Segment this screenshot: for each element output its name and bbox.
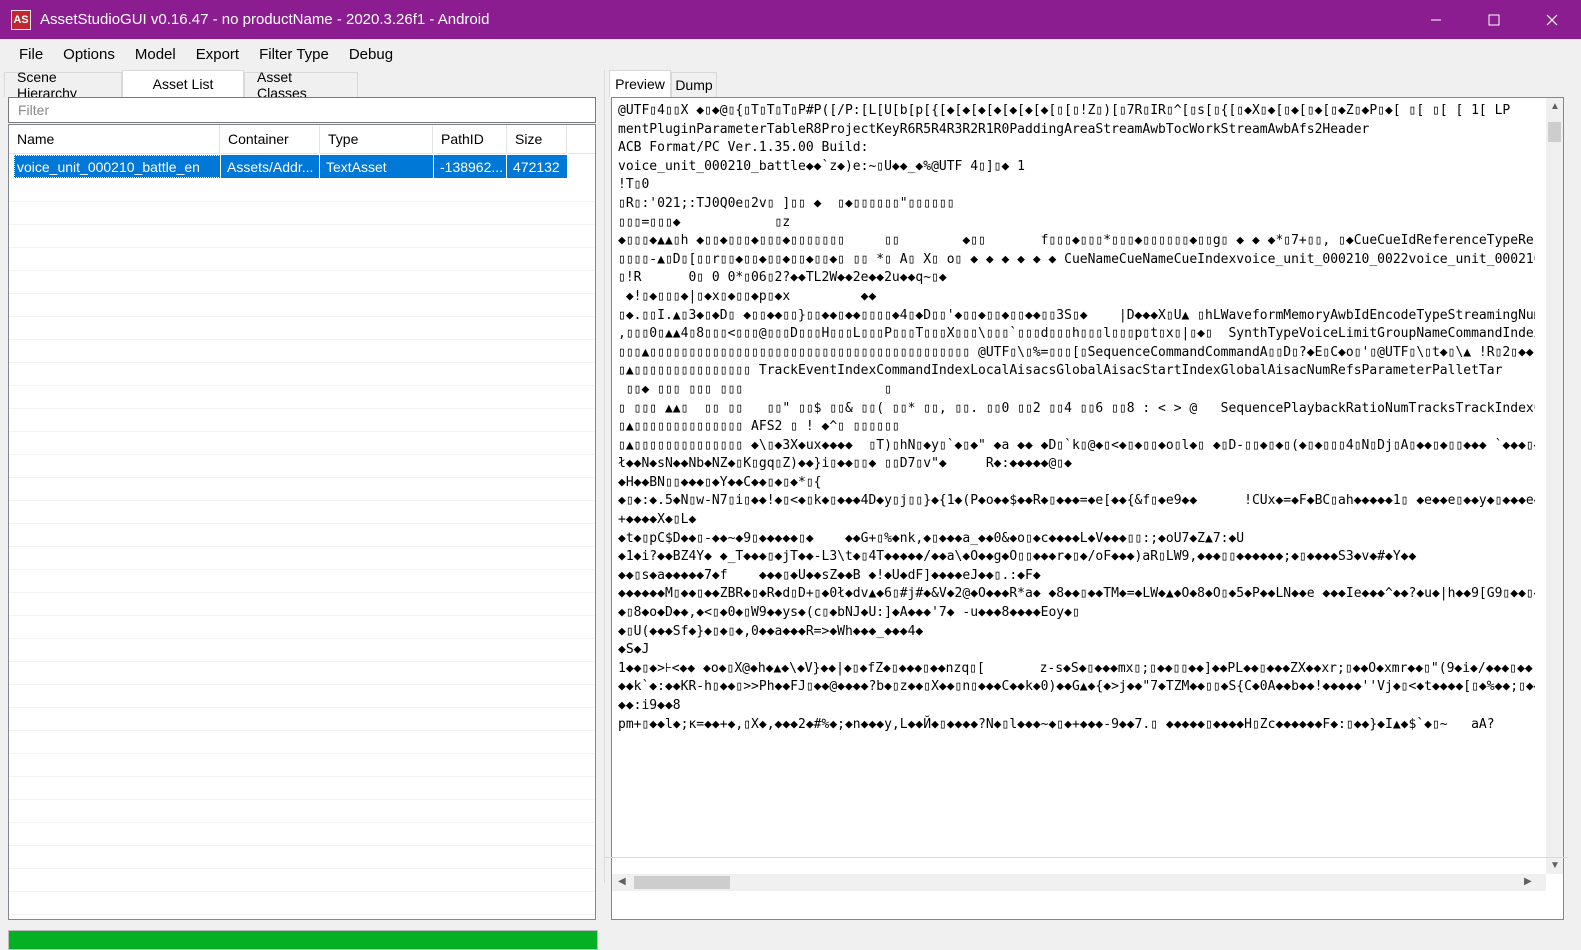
preview-line: ▯!R 0▯ 0 0*▯06▯2?◆◆TL2W◆◆2e◆◆2u◆◆q~▯◆ (618, 270, 947, 286)
tab-asset-classes[interactable]: Asset Classes (244, 69, 358, 101)
preview-line: ◆▯▯▯◆▲▲▯h ◆▯▯◆▯▯▯◆▯▯▯◆▯▯▯▯▯▯▯ ▯▯ ◆▯▯ f▯▯… (618, 233, 1535, 249)
preview-line: ◆◆k`◆:◆◆KR-h▯◆◆▯>>Ph◆◆FJ▯◆◆@◆◆◆◆?b◆▯z◆◆▯… (618, 679, 1535, 695)
progress-fill (9, 931, 597, 949)
column-header-name[interactable]: Name (9, 125, 220, 153)
preview-text: @UTF▯4▯▯X ◆▯◆@▯{▯T▯T▯T▯P#P([/P:[L[U[b[p[… (618, 102, 1535, 874)
preview-line: ◆◆▯s◆a◆◆◆◆◆7◆f ◆◆◆▯◆U◆◆sZ◆◆B ◆!◆U◆dF]◆◆◆… (618, 567, 1041, 583)
cell-pathid: -138962... (434, 155, 507, 178)
menu-file[interactable]: File (9, 46, 53, 63)
vertical-scrollbar[interactable]: ▲ ▼ (1546, 98, 1563, 874)
list-header: Name Container Type PathID Size (9, 125, 595, 154)
table-row[interactable]: voice_unit_000210_battle_en Assets/Addr.… (9, 155, 595, 178)
preview-line: ◆1◆i?◆◆BZ4Y◆ ◆_T◆◆◆▯◆jT◆◆-L3\t◆▯4T◆◆◆◆◆/… (618, 549, 1417, 565)
preview-line: ◆▯U(◆◆◆Sf◆}◆▯◆▯◆,0◆◆a◆◆◆R=>◆Wh◆◆◆_◆◆◆4◆ (618, 623, 924, 639)
column-header-pathid[interactable]: PathID (433, 125, 507, 153)
progress-bar (8, 930, 598, 950)
preview-line: +◆◆◆◆X◆▯L◆ (618, 512, 697, 528)
tab-dump[interactable]: Dump (671, 72, 717, 97)
menu-options[interactable]: Options (53, 46, 125, 63)
tab-asset-list[interactable]: Asset List (122, 70, 244, 97)
preview-line: pm+▯◆◆l◆;κ=◆◆+◆,▯X◆,◆◆◆2◆#%◆;◆n◆◆◆y,L◆◆Й… (618, 716, 1495, 732)
preview-line: ▯▲▯▯▯▯▯▯▯▯▯▯▯▯▯▯ ◆\▯◆3X◆ux◆◆◆◆ ▯T)▯hN▯◆y… (618, 437, 1535, 453)
menu-bar: File Options Model Export Filter Type De… (0, 39, 1581, 69)
preview-line: ◆◆:i9◆◆8 (618, 698, 681, 713)
list-gridlines (9, 179, 595, 919)
asset-list[interactable]: Name Container Type PathID Size voice_un… (8, 124, 596, 920)
title-bar: AS AssetStudioGUI v0.16.47 - no productN… (0, 0, 1581, 39)
preview-line: ▯ ▯▯▯ ▲▲▯ ▯▯ ▯▯ ▯▯" ▯▯$ ▯▯& ▯▯( ▯▯* ▯▯, … (618, 400, 1535, 416)
column-header-size[interactable]: Size (507, 125, 567, 153)
left-tabs: Scene Hierarchy Asset List Asset Classes (4, 69, 358, 101)
preview-line: ◆▯◆:◆.5◆N▯w-N7▯i▯◆◆!◆▯<◆▯k◆▯◆◆◆4D◆y▯j▯▯}… (618, 493, 1535, 509)
window-title: AssetStudioGUI v0.16.47 - no productName… (40, 11, 490, 28)
preview-line: ◆S◆J (618, 642, 650, 658)
maximize-icon (1488, 14, 1500, 25)
close-icon (1546, 14, 1558, 25)
preview-line: ▯▲▯▯▯▯▯▯▯▯▯▯▯▯▯▯ AFS2 ▯ ! ◆^▯ ▯▯▯▯▯▯ (618, 419, 900, 435)
minimize-button[interactable] (1407, 0, 1465, 39)
column-header-container[interactable]: Container (220, 125, 320, 153)
right-tabs: Preview Dump (609, 70, 717, 97)
close-button[interactable] (1523, 0, 1581, 39)
preview-line: mentPluginParameterTableR8ProjectKeyR6R5… (618, 121, 1370, 137)
preview-line: ◆◆◆◆◆◆M▯◆◆▯◆◆ZBR◆▯◆R◆d▯D+▯◆0ł◆dv▲◆6▯#j#◆… (618, 586, 1535, 602)
preview-line: ▯R▯:'021;:TJ0Q0e▯2v▯ ]▯▯ ◆ ▯◆▯▯▯▯▯▯"▯▯▯▯… (618, 195, 955, 211)
preview-line: ▯▯▯▲▯▯▯▯▯▯▯▯▯▯▯▯▯▯▯▯▯▯▯▯▯▯▯▯▯▯▯▯▯▯▯▯▯▯▯▯… (618, 344, 1535, 360)
cell-name: voice_unit_000210_battle_en (14, 155, 221, 178)
preview-line: 1◆◆▯◆>⊦<◆◆ ◆o◆▯X@◆h◆▲◆\◆V}◆◆|◆▯◆fZ◆▯◆◆◆▯… (618, 660, 1535, 676)
preview-line: ł◆◆N◆sN◆◆Nb◆NZ◆▯K▯gq▯Z)◆◆}i▯◆◆▯▯◆ ▯▯D7▯v… (618, 456, 1072, 472)
scroll-up-icon[interactable]: ▲ (1550, 101, 1560, 112)
column-header-type[interactable]: Type (320, 125, 433, 153)
vertical-scroll-thumb[interactable] (1548, 122, 1561, 142)
tab-scene-hierarchy[interactable]: Scene Hierarchy (4, 69, 122, 101)
app-icon: AS (11, 9, 31, 30)
maximize-button[interactable] (1465, 0, 1523, 39)
preview-line: ACB Format/PC Ver.1.35.00 Build: (618, 140, 869, 156)
preview-line: !T▯0 (618, 177, 650, 193)
filter-input[interactable]: Filter (8, 97, 596, 123)
status-bar (604, 857, 1568, 883)
cell-type: TextAsset (320, 155, 434, 178)
menu-filter-type[interactable]: Filter Type (249, 46, 339, 63)
preview-line: voice_unit_000210_battle◆◆`z◆)e:~▯U◆◆_◆%… (618, 158, 1025, 174)
preview-line: ▯▯▯=▯▯▯◆ ▯z (618, 214, 791, 230)
preview-line: ,▯▯▯0▯▲▲4▯8▯▯▯<▯▯▯@▯▯▯D▯▯▯H▯▯▯L▯▯▯P▯▯▯T▯… (618, 326, 1535, 342)
preview-line: ▯▯▯▯-▲▯D▯[▯▯r▯▯◆▯▯◆▯▯◆▯▯◆▯▯◆▯ ▯▯ *▯ A▯ X… (618, 251, 1535, 267)
menu-model[interactable]: Model (125, 46, 186, 63)
right-panel: Preview Dump @UTF▯4▯▯X ◆▯◆@▯{▯T▯T▯T▯P#P(… (604, 70, 1568, 920)
cell-container: Assets/Addr... (221, 155, 320, 178)
preview-line: ▯▲▯▯▯▯▯▯▯▯▯▯▯▯▯▯▯ TrackEventIndexCommand… (618, 363, 1503, 379)
preview-line: ◆▯8◆o◆D◆◆,◆<▯◆0◆▯W9◆◆ys◆(c▯◆bNJ◆U:]◆A◆◆◆… (618, 605, 1080, 621)
preview-textbox[interactable]: @UTF▯4▯▯X ◆▯◆@▯{▯T▯T▯T▯P#P([/P:[L[U[b[p[… (611, 97, 1564, 920)
preview-line: @UTF▯4▯▯X ◆▯◆@▯{▯T▯T▯T▯P#P([/P:[L[U[b[p[… (618, 103, 1511, 118)
minimize-icon (1431, 19, 1441, 20)
left-panel: Scene Hierarchy Asset List Asset Classes… (4, 69, 598, 950)
preview-line: ◆!▯◆▯▯▯◆|▯◆x▯◆▯▯◆p▯◆x ◆◆ (618, 288, 877, 304)
window-controls (1407, 0, 1581, 39)
cell-size: 472132 (507, 155, 568, 178)
preview-line: ▯▯◆ ▯▯▯ ▯▯▯ ▯▯▯ ▯ (618, 381, 892, 397)
menu-export[interactable]: Export (186, 46, 249, 63)
tab-preview[interactable]: Preview (609, 70, 671, 97)
preview-line: ◆H◆◆BN▯▯◆◆◆▯◆Y◆◆C◆◆▯◆▯◆*▯{ (618, 474, 822, 490)
menu-debug[interactable]: Debug (339, 46, 403, 63)
preview-line: ▯◆.▯▯I.▲▯3◆▯◆D▯ ◆▯▯◆◆▯▯}▯▯◆◆▯◆◆▯▯▯▯◆4▯◆D… (618, 307, 1535, 323)
preview-line: ◆t◆▯pC$D◆◆▯-◆◆~◆9▯◆◆◆◆◆▯◆ ◆◆G+▯%◆nk,◆▯◆◆… (618, 530, 1245, 546)
